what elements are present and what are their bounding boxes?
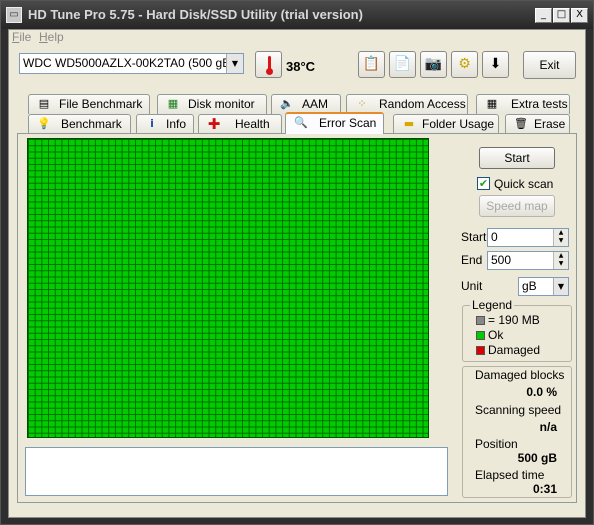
start-input[interactable]: 0 ▲ ▼	[487, 228, 569, 247]
info-icon: i	[150, 117, 154, 130]
legend-block-size-label: = 190 MB	[488, 313, 540, 327]
tab-aam[interactable]: 🔈 AAM	[271, 94, 341, 114]
tab-info[interactable]: i Info	[136, 114, 194, 134]
menu-help[interactable]: Help	[39, 30, 64, 45]
legend-ok-swatch	[476, 331, 485, 340]
trash-icon: 🗑	[514, 117, 528, 130]
tab-random-access[interactable]: ⁘ Random Access	[346, 94, 468, 114]
elapsed-time-label: Elapsed time	[475, 468, 545, 482]
legend-title: Legend	[470, 298, 515, 312]
tab-health[interactable]: ✚ Health	[198, 114, 282, 134]
health-cross-icon: ✚	[207, 115, 221, 133]
client-area: File Help WDC WD5000AZLX-00K2TA0 (500 gB…	[8, 29, 586, 518]
damaged-blocks-value: 0.0 %	[526, 385, 557, 399]
end-spinner-arrows[interactable]: ▲ ▼	[553, 252, 568, 269]
menu-bar: File Help	[9, 30, 585, 46]
extra-tests-icon: ▦	[486, 97, 498, 110]
tab-disk-monitor[interactable]: ▦ Disk monitor	[157, 94, 267, 114]
unit-label: Unit	[461, 279, 483, 293]
disk-monitor-icon: ▦	[167, 97, 179, 110]
random-access-icon: ⁘	[357, 97, 367, 110]
scanning-speed-value: n/a	[539, 420, 557, 434]
elapsed-time-value: 0:31	[532, 482, 557, 496]
app-disk-icon: ▭	[6, 7, 22, 23]
tab-erase[interactable]: 🗑 Erase	[505, 114, 570, 134]
unit-value: gB	[522, 279, 537, 293]
position-value: 500 gB	[517, 451, 557, 465]
screenshot-button[interactable]: 📷	[420, 51, 447, 78]
title-bar[interactable]: ▭ HD Tune Pro 5.75 - Hard Disk/SSD Utili…	[1, 1, 593, 29]
temperature-readout: 38°C	[286, 59, 316, 74]
screenshot-icon: 📷	[424, 56, 443, 72]
position-label: Position	[475, 437, 518, 451]
block-map	[27, 138, 429, 438]
speed-map-button[interactable]: Speed map	[479, 195, 555, 217]
start-scan-button[interactable]: Start	[479, 147, 555, 169]
minimize-button[interactable]: _	[535, 8, 552, 23]
save-button[interactable]: ⬇	[482, 51, 509, 78]
end-value: 500	[491, 253, 512, 267]
unit-chevron-down-icon[interactable]: ▼	[553, 278, 568, 295]
thermometer-icon[interactable]	[255, 51, 282, 78]
scan-log[interactable]	[25, 447, 448, 496]
legend-damaged-swatch	[476, 346, 485, 355]
tab-error-scan[interactable]: 🔍 Error Scan	[285, 112, 384, 134]
tab-benchmark[interactable]: 💡 Benchmark	[28, 114, 131, 134]
menu-file[interactable]: File	[12, 30, 31, 45]
start-label: Start	[461, 230, 487, 244]
drive-select-value: WDC WD5000AZLX-00K2TA0 (500 gB)	[23, 56, 235, 70]
start-spinner-arrows[interactable]: ▲ ▼	[553, 229, 568, 246]
app-window: ▭ HD Tune Pro 5.75 - Hard Disk/SSD Utili…	[0, 0, 594, 525]
exit-button[interactable]: Exit	[523, 51, 576, 79]
tab-file-benchmark[interactable]: ▤ File Benchmark	[28, 94, 150, 114]
tab-folder-usage[interactable]: ▬ Folder Usage	[393, 114, 499, 134]
file-benchmark-icon: ▤	[38, 97, 50, 110]
drive-select[interactable]: WDC WD5000AZLX-00K2TA0 (500 gB) ▼	[19, 53, 244, 74]
options-icon: ⚙	[458, 56, 471, 72]
legend-block-size-swatch	[476, 316, 485, 325]
folder-icon: ▬	[403, 117, 415, 130]
copy-text-icon: 📄	[393, 56, 412, 72]
copy-info-button[interactable]: 📋	[358, 51, 385, 78]
scanning-speed-label: Scanning speed	[475, 403, 562, 417]
speaker-icon: 🔈	[280, 97, 294, 110]
quick-scan-label: Quick scan	[494, 177, 554, 191]
legend-damaged-label: Damaged	[488, 343, 541, 357]
unit-select[interactable]: gB ▼	[518, 277, 569, 296]
copy-info-icon: 📋	[362, 56, 381, 72]
lightbulb-icon: 💡	[37, 117, 51, 130]
save-icon: ⬇	[489, 56, 502, 72]
magnifier-icon: 🔍	[294, 116, 308, 129]
tab-extra-tests[interactable]: ▦ Extra tests	[476, 94, 570, 114]
end-input[interactable]: 500 ▲ ▼	[487, 251, 569, 270]
window-title: HD Tune Pro 5.75 - Hard Disk/SSD Utility…	[28, 7, 363, 22]
legend-ok-label: Ok	[488, 328, 504, 342]
quick-scan-checkbox[interactable]: ✔	[477, 177, 490, 190]
damaged-blocks-label: Damaged blocks	[475, 368, 565, 382]
options-button[interactable]: ⚙	[451, 51, 478, 78]
start-value: 0	[491, 230, 498, 244]
copy-text-button[interactable]: 📄	[389, 51, 416, 78]
chevron-down-icon[interactable]: ▼	[226, 54, 243, 73]
maximize-button[interactable]: □	[553, 8, 570, 23]
close-button[interactable]: X	[571, 8, 588, 23]
end-label: End	[461, 253, 483, 267]
